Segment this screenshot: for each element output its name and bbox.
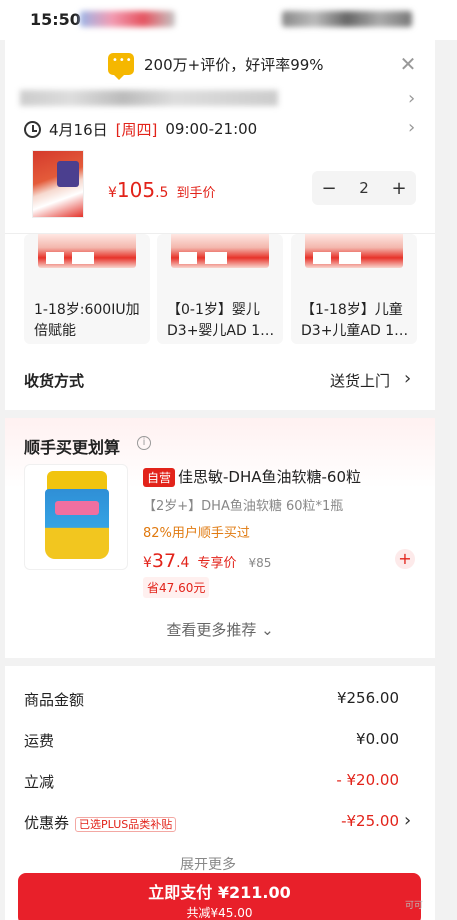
recommendation-title: 【1-18岁】儿童D3+儿童AD 1… <box>301 302 409 339</box>
status-time: 15:50 <box>30 10 81 29</box>
upsell-title: 顺手买更划算 <box>24 438 121 457</box>
recommendation-image <box>305 234 403 268</box>
exclusive-price-label: 专享价 <box>197 556 237 571</box>
minus-button[interactable]: − <box>312 178 346 199</box>
product-thumbnail[interactable] <box>32 150 84 218</box>
shipping-label: 收货方式 <box>24 372 85 390</box>
summary-row-shipping: 运费 ¥0.00 <box>24 730 399 751</box>
price-decimal: .5 <box>155 185 169 201</box>
pay-button-savings: 共减¥45.00 <box>186 906 253 920</box>
clock-icon <box>24 120 41 138</box>
expand-more-link[interactable]: 展开更多 <box>180 854 236 874</box>
chevron-right-icon[interactable]: › <box>408 88 415 109</box>
blurred-address[interactable] <box>20 90 278 106</box>
plus-icon[interactable]: + <box>395 549 415 569</box>
upsell-product-image[interactable] <box>24 464 128 570</box>
plus-button[interactable]: + <box>382 178 416 199</box>
summary-value: ¥256.00 <box>336 689 399 707</box>
recommendation-title: 1-18岁:600IU加倍赋能 2.8ml*3… <box>34 302 140 339</box>
savings-badge: 省47.60元 <box>143 577 210 598</box>
price-symbol: ¥ <box>108 185 117 201</box>
delivery-weekday: [周四] <box>115 120 158 139</box>
jar-lid <box>47 471 107 491</box>
recommendation-card[interactable]: 【0-1岁】婴儿D3+婴儿AD 1… <box>157 234 283 344</box>
product-price: ¥ 105 .5 到手价 <box>108 178 215 202</box>
chevron-right-icon[interactable]: › <box>404 368 411 389</box>
price-integer: 105 <box>116 178 156 202</box>
chevron-down-icon: ⌄ <box>261 621 274 639</box>
summary-label: 立减 <box>24 773 55 791</box>
pay-button-label: 立即支付 ¥211.00 <box>148 883 291 902</box>
recommendation-image <box>171 234 269 268</box>
price-symbol: ¥ <box>143 555 152 571</box>
price-decimal: .4 <box>176 555 190 571</box>
price-label: 到手价 <box>176 186 216 201</box>
watermark: 可可 <box>405 901 424 911</box>
delivery-time-row[interactable]: 4月16日 [周四] 09:00-21:00 <box>24 118 257 140</box>
close-icon[interactable]: ✕ <box>398 52 418 76</box>
coupon-label-group: 优惠券 已选PLUS品类补贴 <box>24 812 177 833</box>
chevron-right-icon[interactable]: › <box>404 810 411 831</box>
chevron-right-icon[interactable]: › <box>408 117 415 138</box>
plus-subsidy-tag: 已选PLUS品类补贴 <box>75 817 177 832</box>
summary-row-goods: 商品金额 ¥256.00 <box>24 689 399 710</box>
upsell-product-name[interactable]: 佳思敏-DHA鱼油软糖-60粒 <box>178 466 361 487</box>
recommendation-card[interactable]: 【1-18岁】儿童D3+儿童AD 1… <box>291 234 417 344</box>
more-recommendations-link[interactable]: 查看更多推荐 ⌄ <box>0 619 440 640</box>
summary-row-coupon[interactable]: 优惠券 已选PLUS品类补贴 -¥25.00 <box>24 812 399 833</box>
summary-label: 商品金额 <box>24 691 85 709</box>
recommendation-title: 【0-1岁】婴儿D3+婴儿AD 1… <box>167 302 275 339</box>
self-operated-badge: 自营 <box>143 468 176 487</box>
recommendation-card[interactable]: 1-18岁:600IU加倍赋能 2.8ml*3… <box>24 234 150 344</box>
summary-row-discount: 立减 - ¥20.00 <box>24 771 399 792</box>
upsell-buy-rate: 82%用户顺手买过 <box>143 526 250 541</box>
summary-value: - ¥20.00 <box>336 771 399 789</box>
summary-value: ¥0.00 <box>356 730 399 748</box>
summary-label: 优惠券 <box>24 814 70 832</box>
price-integer: 37 <box>151 550 177 572</box>
quantity-value[interactable]: 2 <box>347 179 381 197</box>
jar-body <box>45 489 109 559</box>
recommendation-image <box>38 234 136 268</box>
review-notice: 200万+评价，好评率99% <box>108 52 324 80</box>
review-notice-text: 200万+评价，好评率99% <box>144 55 324 74</box>
info-icon[interactable]: i <box>137 436 151 450</box>
delivery-hours: 09:00-21:00 <box>165 120 258 138</box>
more-recommendations-label: 查看更多推荐 <box>166 621 257 639</box>
delivery-date: 4月16日 <box>49 120 108 139</box>
original-price: ¥85 <box>248 556 272 570</box>
summary-label: 运费 <box>24 732 55 750</box>
status-bar: 15:50 <box>0 0 457 40</box>
chat-icon <box>108 53 134 80</box>
blurred-status-icons <box>282 11 412 27</box>
shipping-value[interactable]: 送货上门 <box>330 370 390 391</box>
blurred-status-info <box>80 11 175 27</box>
upsell-product-spec: 【2岁+】DHA鱼油软糖 60粒*1瓶 <box>143 499 344 514</box>
pay-now-button[interactable]: 立即支付 ¥211.00 共减¥45.00 <box>18 873 421 920</box>
summary-value: -¥25.00 <box>341 812 399 830</box>
quantity-stepper[interactable]: − 2 + <box>312 171 416 205</box>
upsell-price: ¥ 37 .4 专享价 ¥85 <box>143 550 271 572</box>
